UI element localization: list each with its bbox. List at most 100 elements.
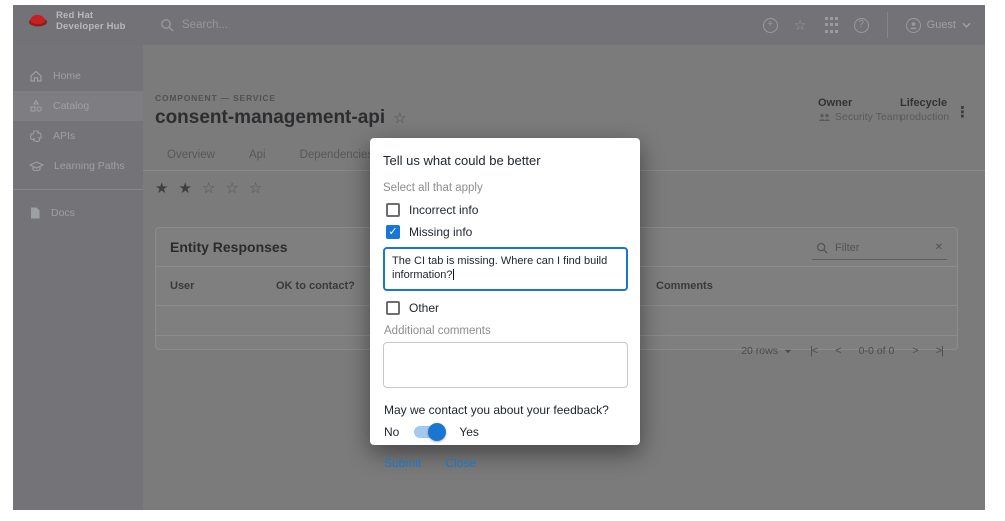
page-title: consent-management-api <box>155 107 385 129</box>
contact-toggle-row: No Yes <box>384 425 627 439</box>
sidebar-item-docs[interactable]: Docs <box>13 198 143 228</box>
next-page-button[interactable]: > <box>912 345 917 357</box>
lifecycle-value: production <box>900 111 949 123</box>
owner-block: Owner Security Team <box>818 97 901 123</box>
avatar-icon <box>906 18 921 33</box>
rating-star-empty[interactable]: ☆ <box>202 179 215 197</box>
navbar-divider <box>887 12 888 38</box>
sidebar-item-catalog[interactable]: Catalog <box>13 91 143 121</box>
catalog-icon <box>29 99 43 113</box>
user-menu[interactable]: Guest <box>906 18 971 33</box>
apis-icon <box>29 129 43 143</box>
contact-question: May we contact you about your feedback? <box>384 403 627 417</box>
rows-per-page-select[interactable]: 20 rows <box>741 345 792 357</box>
filter-input[interactable]: Filter ✕ <box>812 236 947 260</box>
rows-dropdown-caret-icon <box>784 349 792 354</box>
kebab-menu-icon[interactable]: ⋮ <box>955 103 970 121</box>
learning-paths-icon <box>29 160 44 173</box>
feedback-text: The CI tab is missing. Where can I find … <box>392 255 607 281</box>
search-placeholder: Search... <box>182 19 228 31</box>
chevron-down-icon <box>962 22 971 28</box>
filter-placeholder: Filter <box>835 242 859 254</box>
rows-per-page-value: 20 rows <box>741 345 778 357</box>
page: Red Hat Developer Hub Search... + ☆ ? <box>0 0 1005 521</box>
rating-star-filled[interactable]: ★ <box>178 179 191 197</box>
column-comments[interactable]: Comments <box>656 280 713 292</box>
tab-overview[interactable]: Overview <box>163 149 219 170</box>
additional-comments-label: Additional comments <box>384 325 627 337</box>
sidebar-divider <box>13 189 143 190</box>
checkbox-unchecked[interactable] <box>386 203 400 217</box>
rating-star-empty[interactable]: ☆ <box>249 179 262 197</box>
column-ok-to-contact[interactable]: OK to contact? <box>276 280 366 293</box>
first-page-button[interactable]: |< <box>810 345 817 357</box>
sidebar: Home Catalog APIs Learning Paths Docs <box>13 45 143 510</box>
tab-api[interactable]: Api <box>245 149 270 170</box>
sidebar-item-apis[interactable]: APIs <box>13 121 143 151</box>
owner-label: Owner <box>818 97 901 109</box>
redhat-hat-icon <box>27 13 49 29</box>
toggle-knob <box>428 423 446 441</box>
favorite-entity-star-icon[interactable]: ☆ <box>393 109 406 127</box>
option-incorrect-info[interactable]: Incorrect info <box>386 203 624 217</box>
group-icon <box>818 113 831 122</box>
pagination-range: 0-0 of 0 <box>859 345 895 357</box>
breadcrumb: COMPONENT — SERVICE <box>155 93 276 103</box>
sidebar-item-learning-paths[interactable]: Learning Paths <box>13 151 143 181</box>
lifecycle-label: Lifecycle <box>900 97 949 109</box>
column-user[interactable]: User <box>156 280 276 292</box>
search-icon <box>160 18 174 32</box>
submit-button[interactable]: Submit <box>384 456 421 470</box>
global-search-input[interactable]: Search... <box>160 5 228 45</box>
option-label: Incorrect info <box>409 203 478 217</box>
logo-line1: Red Hat <box>56 10 126 21</box>
option-label: Missing info <box>409 225 472 239</box>
rating-star-empty[interactable]: ☆ <box>225 179 238 197</box>
filter-clear-icon[interactable]: ✕ <box>935 242 943 253</box>
lifecycle-block: Lifecycle production <box>900 97 949 123</box>
sidebar-item-label: Home <box>53 70 81 82</box>
sidebar-item-label: Docs <box>51 207 75 219</box>
contact-toggle-switch[interactable] <box>414 426 444 438</box>
dialog-actions: Submit Close <box>384 456 627 470</box>
sidebar-item-label: Learning Paths <box>54 160 125 172</box>
logo-text: Red Hat Developer Hub <box>56 10 126 32</box>
redhat-logo[interactable]: Red Hat Developer Hub <box>27 10 126 32</box>
help-icon[interactable]: ? <box>854 18 869 33</box>
feedback-dialog: Tell us what could be better Select all … <box>370 138 640 445</box>
option-label: Other <box>409 301 439 315</box>
option-missing-info[interactable]: ✓ Missing info <box>386 225 624 239</box>
star-rating: ★ ★ ☆ ☆ ☆ <box>155 179 262 197</box>
navbar-actions: + ☆ ? Guest <box>763 5 971 45</box>
sidebar-item-label: Catalog <box>53 100 89 112</box>
close-button[interactable]: Close <box>445 456 476 470</box>
toggle-yes-label: Yes <box>459 425 479 439</box>
prev-page-button[interactable]: < <box>835 345 840 357</box>
text-caret <box>453 269 454 280</box>
card-title: Entity Responses <box>170 239 287 255</box>
filter-search-icon <box>816 242 828 254</box>
sidebar-item-label: APIs <box>53 130 75 142</box>
dialog-title: Tell us what could be better <box>383 153 627 168</box>
checkbox-checked[interactable]: ✓ <box>386 225 400 239</box>
docs-icon <box>29 206 41 220</box>
top-navbar: Red Hat Developer Hub Search... + ☆ ? <box>13 5 985 45</box>
sidebar-item-home[interactable]: Home <box>13 61 143 91</box>
page-title-row: consent-management-api ☆ <box>155 107 407 129</box>
feedback-textarea[interactable]: The CI tab is missing. Where can I find … <box>383 247 628 291</box>
owner-value-row[interactable]: Security Team <box>818 111 901 123</box>
rating-star-filled[interactable]: ★ <box>155 179 168 197</box>
apps-grid-icon[interactable] <box>823 17 840 34</box>
additional-comments-textarea[interactable] <box>383 342 628 388</box>
last-page-button[interactable]: >| <box>936 345 943 357</box>
option-other[interactable]: Other <box>386 301 624 315</box>
checkbox-unchecked[interactable] <box>386 301 400 315</box>
dialog-subtitle: Select all that apply <box>383 182 627 194</box>
owner-value: Security Team <box>835 111 901 123</box>
toggle-no-label: No <box>384 425 399 439</box>
logo-line2: Developer Hub <box>56 21 126 32</box>
tab-dependencies[interactable]: Dependencies <box>296 149 378 170</box>
user-name: Guest <box>927 19 956 31</box>
create-icon[interactable]: + <box>763 18 778 33</box>
favorites-star-icon[interactable]: ☆ <box>792 17 809 34</box>
